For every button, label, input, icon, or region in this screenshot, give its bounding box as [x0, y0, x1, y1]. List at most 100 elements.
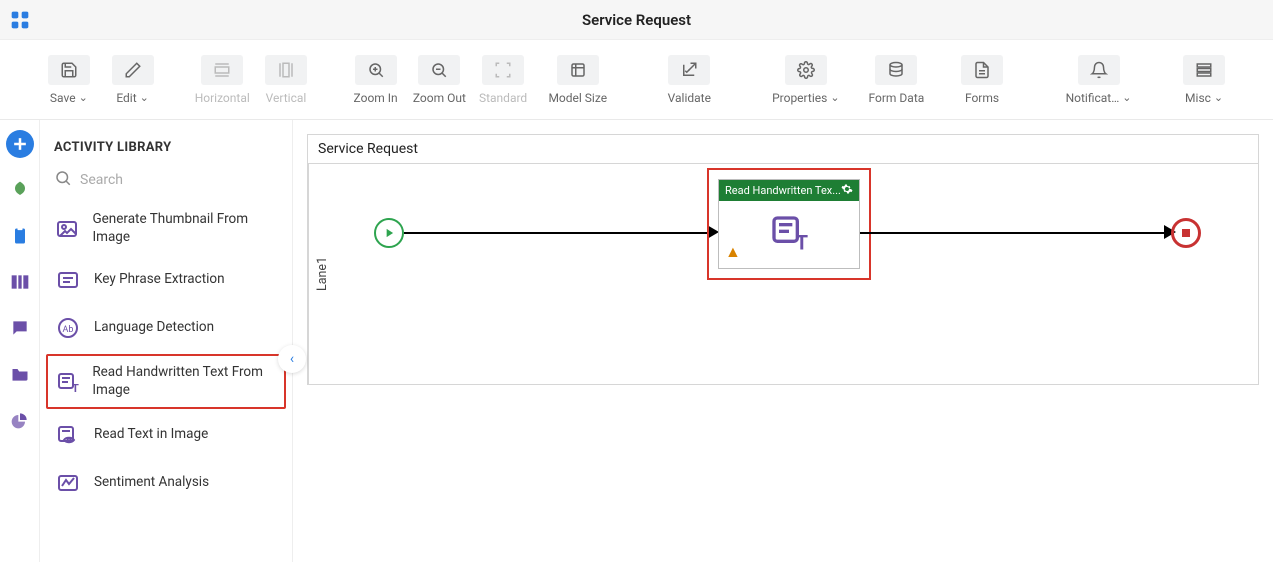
model-size-button[interactable]: Model Size	[538, 48, 618, 112]
forms-icon	[961, 55, 1003, 85]
process-pool: Service Request Lane1 Read Handwritten T…	[307, 134, 1259, 385]
notifications-button[interactable]: Notificat…⌄	[1054, 48, 1144, 112]
folder-icon[interactable]	[6, 360, 34, 388]
sidebar-item-key-phrase[interactable]: Key Phrase Extraction	[40, 256, 292, 304]
horizontal-label: Horizontal	[195, 91, 250, 105]
sidebar-item-sentiment[interactable]: Sentiment Analysis	[40, 459, 292, 507]
gear-icon	[785, 55, 827, 85]
search-input[interactable]	[80, 172, 278, 188]
forms-label: Forms	[965, 91, 999, 105]
zoom-out-icon	[418, 55, 460, 85]
search-icon	[54, 169, 72, 191]
layout-icon[interactable]	[6, 268, 34, 296]
sequence-flow[interactable]	[404, 232, 709, 234]
validate-label: Validate	[668, 91, 711, 105]
edit-icon	[112, 55, 154, 85]
chevron-left-icon: ‹	[290, 351, 294, 367]
standard-label: Standard	[479, 91, 527, 105]
chat-icon[interactable]	[6, 314, 34, 342]
image-icon	[54, 215, 80, 243]
text-lines-icon	[54, 266, 82, 294]
sidebar-item-generate-thumbnail[interactable]: Generate Thumbnail From Image	[40, 201, 292, 256]
chevron-down-icon: ⌄	[1214, 91, 1223, 104]
zoom-in-icon	[355, 55, 397, 85]
vertical-button[interactable]: Vertical	[257, 48, 315, 112]
save-label: Save	[50, 91, 76, 105]
eye-text-icon	[54, 421, 82, 449]
save-button[interactable]: Save⌄	[40, 48, 98, 112]
chevron-down-icon: ⌄	[830, 91, 839, 104]
sidebar-title: ACTIVITY LIBRARY	[40, 120, 292, 165]
sequence-flow[interactable]	[860, 232, 1166, 234]
header: Service Request	[0, 0, 1273, 40]
clipboard-icon[interactable]	[6, 222, 34, 250]
process-canvas[interactable]: Service Request Lane1 Read Handwritten T…	[293, 120, 1273, 562]
properties-label: Properties	[772, 91, 827, 105]
horizontal-icon	[201, 55, 243, 85]
zoom-in-button[interactable]: Zoom In	[347, 48, 405, 112]
properties-button[interactable]: Properties⌄	[761, 48, 851, 112]
main: ACTIVITY LIBRARY Generate Thumbnail From…	[0, 120, 1273, 562]
sidebar-item-label: Key Phrase Extraction	[94, 271, 225, 289]
sidebar-item-label: Read Handwritten Text From Image	[92, 364, 276, 399]
gear-icon[interactable]	[841, 183, 853, 198]
chevron-down-icon: ⌄	[79, 91, 88, 104]
dashboard-icon[interactable]	[6, 406, 34, 434]
bell-icon	[1078, 55, 1120, 85]
language-icon: Ab	[54, 314, 82, 342]
zoom-out-button[interactable]: Zoom Out	[410, 48, 468, 112]
svg-text:T: T	[72, 382, 79, 394]
form-data-icon	[875, 55, 917, 85]
start-event[interactable]	[374, 218, 404, 248]
activity-library-sidebar: ACTIVITY LIBRARY Generate Thumbnail From…	[40, 120, 293, 562]
sidebar-item-label: Language Detection	[94, 319, 214, 337]
validate-icon	[668, 55, 710, 85]
svg-text:Ab: Ab	[63, 325, 74, 335]
form-data-label: Form Data	[869, 91, 925, 105]
toolbar: Save⌄ Edit⌄ Horizontal Vertical Zoom In …	[0, 40, 1273, 120]
standard-icon	[482, 55, 524, 85]
lane-label[interactable]: Lane1	[308, 164, 336, 384]
chevron-down-icon: ⌄	[1122, 91, 1131, 104]
sidebar-items: Generate Thumbnail From Image Key Phrase…	[40, 201, 292, 507]
misc-button[interactable]: Misc⌄	[1175, 48, 1233, 112]
save-icon	[48, 55, 90, 85]
play-icon	[382, 226, 396, 240]
model-size-icon	[557, 55, 599, 85]
form-data-button[interactable]: Form Data	[857, 48, 937, 112]
sidebar-item-label: Read Text in Image	[94, 426, 208, 444]
edit-button[interactable]: Edit ⌄	[104, 48, 162, 112]
sidebar-item-read-text-image[interactable]: Read Text in Image	[40, 411, 292, 459]
sentiment-icon	[54, 469, 82, 497]
standard-button[interactable]: Standard	[474, 48, 532, 112]
activity-read-handwritten[interactable]: Read Handwritten Tex... T ▲	[707, 168, 871, 280]
app-switcher-icon[interactable]	[0, 10, 40, 30]
zoom-out-label: Zoom Out	[413, 91, 466, 105]
zoom-in-label: Zoom In	[354, 91, 398, 105]
search-wrap	[40, 165, 292, 201]
process-title[interactable]: Service Request	[308, 135, 1258, 164]
ai-icon[interactable]	[6, 176, 34, 204]
lane[interactable]: Read Handwritten Tex... T ▲	[336, 164, 1258, 384]
sidebar-item-label: Sentiment Analysis	[94, 474, 209, 492]
nav-rail	[0, 120, 40, 562]
end-event[interactable]	[1171, 218, 1201, 248]
vertical-icon	[265, 55, 307, 85]
add-button[interactable]	[6, 130, 34, 158]
horizontal-button[interactable]: Horizontal	[193, 48, 251, 112]
sidebar-item-read-handwritten[interactable]: T Read Handwritten Text From Image	[46, 354, 286, 409]
stop-icon	[1182, 229, 1190, 237]
validate-button[interactable]: Validate	[649, 48, 729, 112]
sidebar-item-language-detection[interactable]: Ab Language Detection	[40, 304, 292, 352]
svg-text:T: T	[796, 230, 808, 252]
collapse-sidebar-button[interactable]: ‹	[278, 345, 306, 373]
misc-label: Misc	[1185, 91, 1211, 105]
chevron-down-icon: ⌄	[140, 91, 149, 104]
vertical-label: Vertical	[266, 91, 307, 105]
warning-icon: ▲	[725, 242, 741, 262]
activity-header: Read Handwritten Tex...	[719, 180, 859, 201]
edit-label: Edit	[116, 91, 136, 105]
activity-label: Read Handwritten Tex...	[725, 184, 841, 197]
activity-body: T ▲	[719, 201, 859, 268]
forms-button[interactable]: Forms	[942, 48, 1022, 112]
